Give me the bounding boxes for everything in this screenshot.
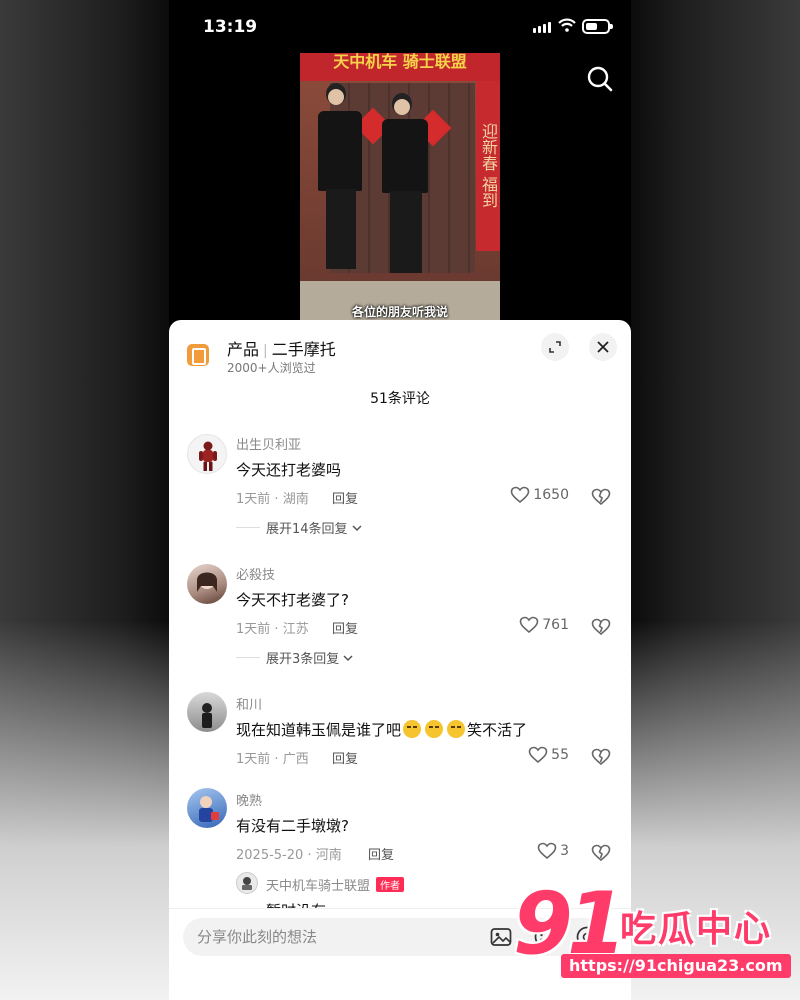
phone-screen: 13:19 天中机车 骑士联盟 迎新春 福到 各位的朋友听我说 产品 | 二手摩… <box>169 0 631 1000</box>
video-couplet: 迎新春 福到 <box>476 81 500 251</box>
comment-meta: 1天前 · 广西 <box>236 752 309 767</box>
comment-text: 现在知道韩玉佩是谁了吧 笑不活了 <box>236 720 528 739</box>
like-count: 1650 <box>533 487 569 503</box>
avatar[interactable] <box>187 564 227 604</box>
broken-heart-icon[interactable] <box>591 747 611 767</box>
avatar[interactable] <box>187 434 227 474</box>
comment-text: 有没有二手墩墩? <box>236 817 349 835</box>
video-sign: 天中机车 骑士联盟 <box>300 53 500 81</box>
reply-button[interactable]: 回复 <box>332 618 358 637</box>
author-avatar[interactable] <box>236 872 258 894</box>
comment-count: 51条评论 <box>370 391 430 407</box>
chevron-down-icon <box>343 654 353 661</box>
heart-icon <box>519 616 539 634</box>
comment-text: 今天不打老婆了? <box>236 591 349 609</box>
product-icon <box>187 344 209 366</box>
comment-meta: 2025-5-20 · 河南 <box>236 848 342 863</box>
product-views: 2000+人浏览过 <box>227 361 316 375</box>
like-button[interactable]: 761 <box>519 616 569 634</box>
heart-icon <box>537 842 557 860</box>
product-name: 二手摩托 <box>271 340 336 359</box>
like-count: 3 <box>560 843 569 859</box>
expand-button[interactable] <box>541 333 569 361</box>
author-tag: 作者 <box>376 877 405 892</box>
broken-heart-icon[interactable] <box>591 843 611 863</box>
avatar[interactable] <box>187 788 227 828</box>
close-button[interactable] <box>589 333 617 361</box>
video-preview[interactable]: 天中机车 骑士联盟 迎新春 福到 各位的朋友听我说 <box>300 53 500 323</box>
sheet-header: 产品 | 二手摩托 2000+人浏览过 <box>169 320 631 380</box>
heart-icon <box>528 746 548 764</box>
reply-button[interactable]: 回复 <box>368 844 394 863</box>
comment-username[interactable]: 和川 <box>236 694 262 713</box>
avatar[interactable] <box>187 692 227 732</box>
signal-icon <box>533 22 551 33</box>
video-subtitle: 各位的朋友听我说 <box>351 305 448 319</box>
crying-laughing-emoji <box>425 720 444 738</box>
watermark-url: https://91chigua23.com <box>561 954 791 978</box>
expand-icon <box>549 341 561 353</box>
comment-meta: 1天前 · 江苏 <box>236 622 309 637</box>
comment-username[interactable]: 出生贝利亚 <box>236 434 301 453</box>
search-icon[interactable] <box>585 64 615 94</box>
close-icon <box>597 341 609 353</box>
heart-icon <box>511 486 530 504</box>
comment-username[interactable]: 必殺技 <box>236 564 275 583</box>
crying-laughing-emoji <box>403 720 422 738</box>
watermark-logo: 91 吃瓜中心 https://91chigua23.com <box>505 874 791 990</box>
product-title[interactable]: 产品 | 二手摩托 <box>227 336 336 360</box>
like-count: 761 <box>542 617 569 633</box>
wifi-icon <box>558 18 576 32</box>
chevron-down-icon <box>352 524 362 531</box>
like-button[interactable]: 1650 <box>510 486 569 504</box>
comment-meta: 1天前 · 湖南 <box>236 492 309 507</box>
broken-heart-icon[interactable] <box>591 617 611 637</box>
battery-icon <box>582 19 613 34</box>
broken-heart-icon[interactable] <box>591 487 611 507</box>
comment-username[interactable]: 晚熟 <box>236 790 262 809</box>
status-bar: 13:19 <box>169 0 631 56</box>
author-name[interactable]: 天中机车骑士联盟 作者 <box>266 875 405 894</box>
title-separator: | <box>263 343 268 359</box>
reply-button[interactable]: 回复 <box>332 488 358 507</box>
crying-laughing-emoji <box>447 720 466 738</box>
expand-replies-button[interactable]: 展开3条回复 <box>236 648 354 667</box>
like-count: 55 <box>551 747 569 763</box>
product-label: 产品 <box>227 340 260 359</box>
reply-button[interactable]: 回复 <box>332 748 358 767</box>
watermark-name: 吃瓜中心 <box>620 909 773 950</box>
like-button[interactable]: 55 <box>528 746 569 764</box>
status-time: 13:19 <box>203 17 258 37</box>
like-button[interactable]: 3 <box>537 842 569 860</box>
expand-replies-button[interactable]: 展开14条回复 <box>236 518 363 537</box>
comment-text: 今天还打老婆吗 <box>236 461 342 479</box>
